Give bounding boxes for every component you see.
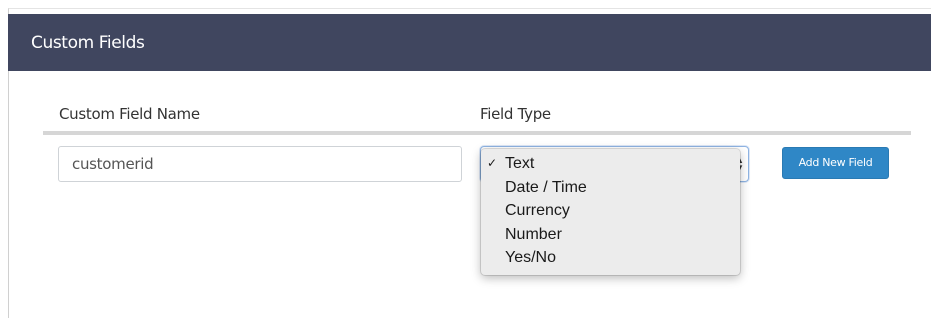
panel-header bbox=[8, 14, 931, 71]
add-new-field-button[interactable]: Add New Field bbox=[782, 147, 889, 179]
option-currency[interactable]: Currency bbox=[481, 199, 740, 223]
option-label: Number bbox=[505, 225, 562, 243]
field-type-dropdown: ✓ Text Date / Time Currency Number Yes/N… bbox=[481, 149, 740, 275]
option-yes-no[interactable]: Yes/No bbox=[481, 246, 740, 270]
option-label: Yes/No bbox=[505, 249, 556, 267]
option-label: Currency bbox=[505, 202, 570, 220]
panel-title: Custom Fields bbox=[31, 33, 145, 53]
option-label: Text bbox=[505, 155, 535, 172]
column-header-type: Field Type bbox=[480, 105, 551, 123]
option-text[interactable]: ✓ Text bbox=[481, 152, 740, 176]
option-number[interactable]: Number bbox=[481, 223, 740, 247]
custom-field-name-input[interactable]: customerid bbox=[58, 146, 462, 182]
column-header-name: Custom Field Name bbox=[59, 105, 200, 123]
option-label: Date / Time bbox=[505, 178, 587, 196]
option-date-time[interactable]: Date / Time bbox=[481, 176, 740, 200]
header-divider bbox=[43, 131, 911, 135]
checkmark-icon: ✓ bbox=[487, 156, 498, 170]
